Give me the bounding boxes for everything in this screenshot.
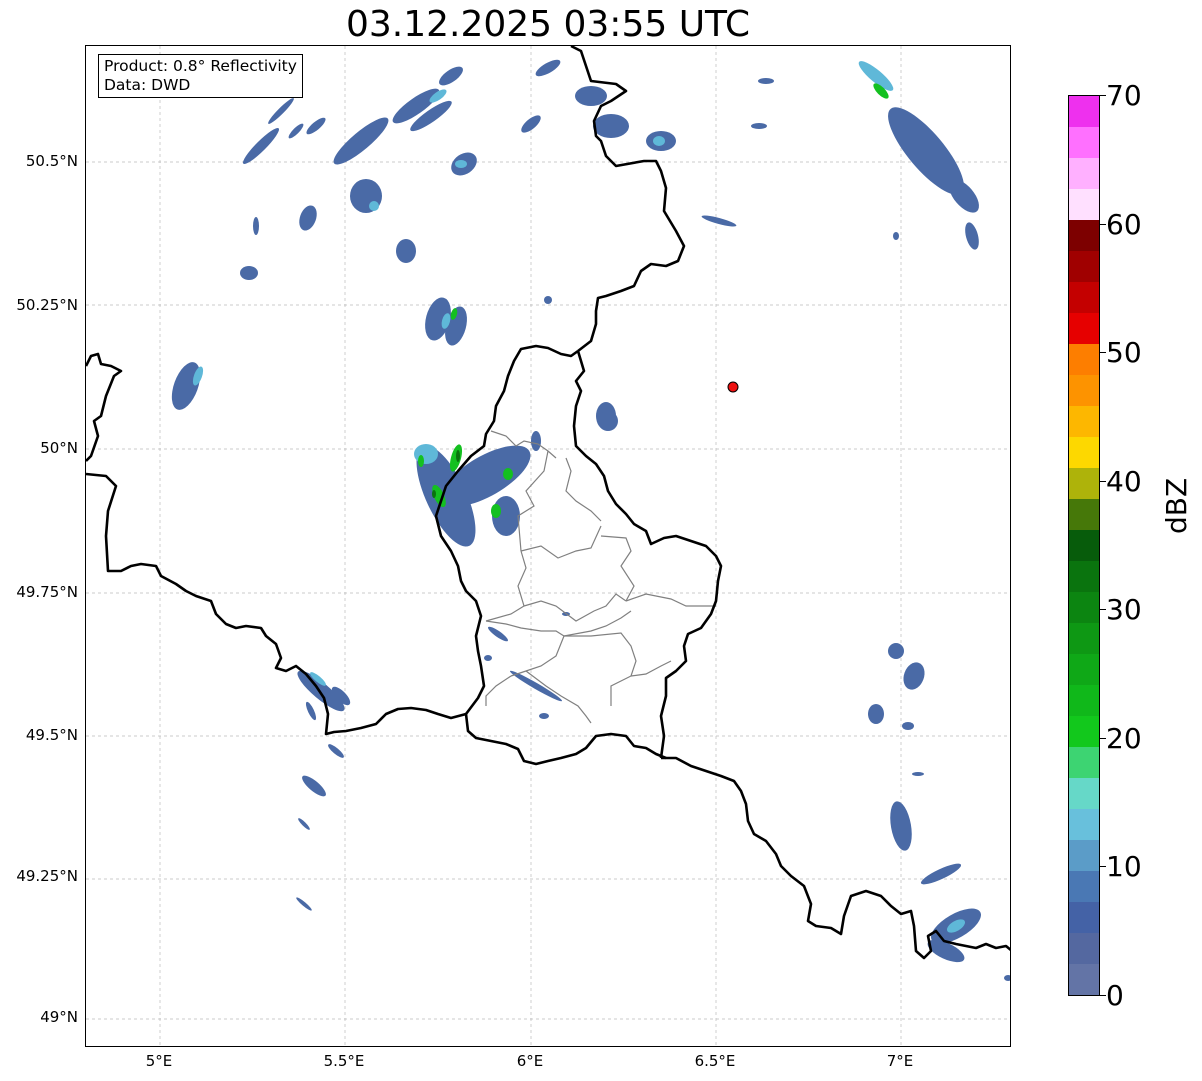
colorbar-segment	[1069, 313, 1099, 344]
colorbar-segment	[1069, 375, 1099, 406]
colorbar-segment	[1069, 251, 1099, 282]
colorbar-tick-label: 70	[1106, 79, 1142, 112]
colorbar-segment	[1069, 685, 1099, 716]
colorbar-segment	[1069, 189, 1099, 220]
colorbar-tick-label: 40	[1106, 465, 1142, 498]
lat-tick-label: 50.25°N	[16, 296, 78, 314]
colorbar-tick-label: 10	[1106, 850, 1142, 883]
colorbar-segment	[1069, 747, 1099, 778]
colorbar-segment	[1069, 96, 1099, 127]
radar-echoes	[171, 59, 1010, 981]
graticule	[86, 46, 1010, 1046]
map-canvas	[86, 46, 1010, 1046]
colorbar-segment	[1069, 344, 1099, 375]
radar-map[interactable]: Product: 0.8° Reflectivity Data: DWD	[85, 45, 1011, 1047]
lat-tick-label: 50.5°N	[25, 152, 78, 170]
colorbar-segment	[1069, 437, 1099, 468]
colorbar-segment	[1069, 561, 1099, 592]
colorbar-tick-label: 50	[1106, 336, 1142, 369]
lat-tick-label: 49°N	[40, 1008, 78, 1026]
colorbar-tick-label: 60	[1106, 208, 1142, 241]
lat-tick-label: 50°N	[40, 439, 78, 457]
colorbar-segment	[1069, 933, 1099, 964]
colorbar-tick-label: 30	[1106, 593, 1142, 626]
colorbar-segment	[1069, 282, 1099, 313]
colorbar-segment	[1069, 623, 1099, 654]
colorbar-segment	[1069, 778, 1099, 809]
lon-tick-label: 6.5°E	[694, 1052, 736, 1070]
colorbar-segment	[1069, 127, 1099, 158]
map-title: 03.12.2025 03:55 UTC	[345, 4, 751, 45]
colorbar	[1068, 95, 1100, 996]
colorbar-segment	[1069, 499, 1099, 530]
lon-tick-label: 7°E	[886, 1052, 914, 1070]
radar-station-marker[interactable]	[727, 381, 739, 393]
colorbar-segment	[1069, 592, 1099, 623]
lon-tick-label: 6°E	[516, 1052, 544, 1070]
lon-tick-label: 5.5°E	[323, 1052, 365, 1070]
colorbar-tick-label: 20	[1106, 722, 1142, 755]
colorbar-segment	[1069, 716, 1099, 747]
lat-tick-label: 49.75°N	[16, 583, 78, 601]
colorbar-segment	[1069, 871, 1099, 902]
colorbar-unit-label: dBZ	[1160, 477, 1193, 534]
colorbar-segment	[1069, 964, 1099, 995]
colorbar-segment	[1069, 406, 1099, 437]
colorbar-tick-label: 0	[1106, 979, 1124, 1012]
lat-tick-label: 49.25°N	[16, 867, 78, 885]
colorbar-segment	[1069, 530, 1099, 561]
colorbar-segment	[1069, 158, 1099, 189]
colorbar-segment	[1069, 902, 1099, 933]
colorbar-segment	[1069, 809, 1099, 840]
product-annotation: Product: 0.8° Reflectivity Data: DWD	[98, 54, 303, 98]
lon-tick-label: 5°E	[145, 1052, 173, 1070]
colorbar-segment	[1069, 220, 1099, 251]
colorbar-segment	[1069, 840, 1099, 871]
colorbar-segment	[1069, 654, 1099, 685]
lat-tick-label: 49.5°N	[25, 726, 78, 744]
national-borders	[86, 46, 1010, 960]
product-label: Product: 0.8° Reflectivity	[104, 57, 297, 75]
colorbar-segment	[1069, 468, 1099, 499]
data-source-label: Data: DWD	[104, 76, 191, 94]
